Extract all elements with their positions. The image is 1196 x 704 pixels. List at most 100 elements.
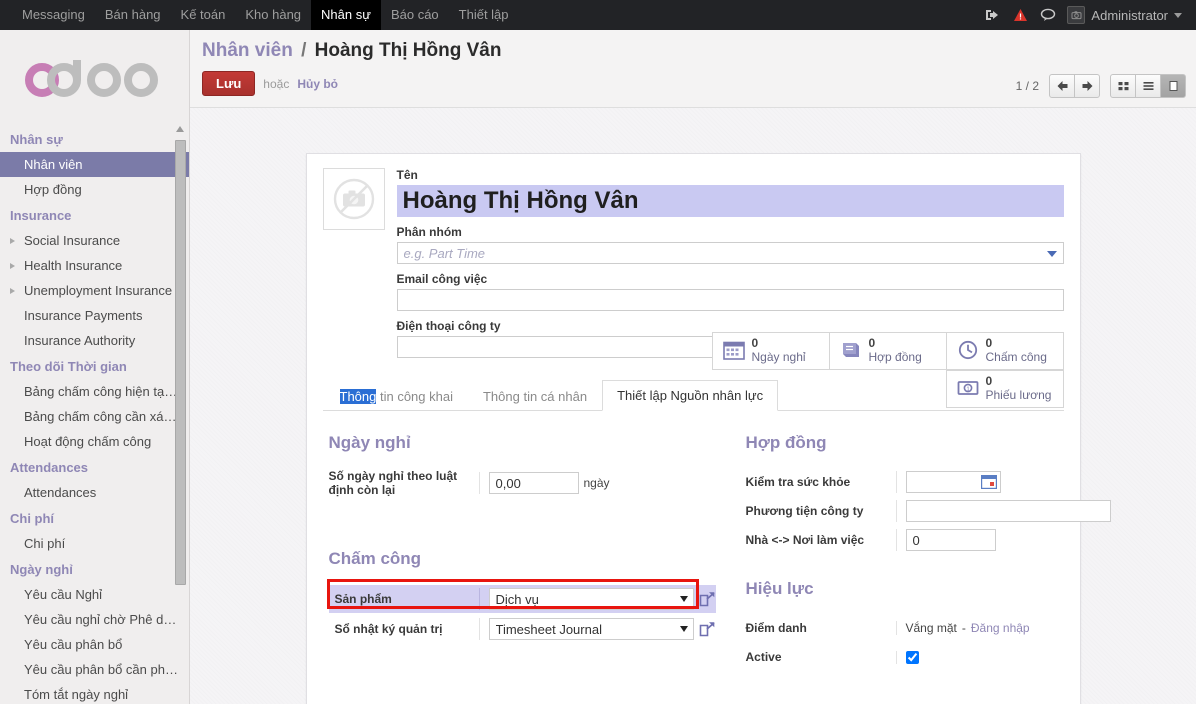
remaining-leaves-input[interactable] (488, 472, 579, 494)
form-view-button[interactable] (1160, 74, 1186, 98)
sidebar-menu: Nhân sự Nhân viên Hợp đồng Insurance Social … (0, 120, 189, 704)
active-checkbox[interactable] (905, 650, 919, 664)
stat-button-row-primary: 0 Ngày nghỉ 0 Hợp đồng 0 Chấm công (707, 332, 1064, 370)
tab-label: Thông tin cá nhân (482, 389, 588, 404)
sidebar-item-nh-n-vi-n[interactable]: Nhân viên (0, 152, 189, 177)
home-work-distance-row: Nhà <-> Nơi làm việc (746, 527, 1111, 553)
stat-button-text: 0 Ngày nghỉ (751, 336, 806, 365)
medical-exam-datepicker[interactable] (905, 471, 1001, 493)
sidebar-section-ngày-nghỉ: Ngày nghỉ (10, 562, 73, 577)
sidebar-item-t-m-t-t-ng-y-ngh[interactable]: Tóm tắt ngày nghỉ (0, 682, 189, 704)
journal-input[interactable] (488, 618, 694, 640)
sidebar-item-label: Yêu cầu nghỉ chờ Phê d… (24, 612, 177, 627)
sidebar-item-b-ng-ch-m-c-ng-hi-n-t[interactable]: Bảng chấm công hiện tạ… (0, 379, 189, 404)
sidebar-item-b-ng-ch-m-c-ng-c-n-x[interactable]: Bảng chấm công cần xá… (0, 404, 189, 429)
sidebar-menu-list: Nhân sự Nhân viên Hợp đồng Insurance Social … (0, 120, 189, 704)
sidebar-item-label: Nhân viên (24, 157, 83, 172)
leaves-group-title: Ngày nghỉ (328, 433, 411, 452)
stat-button-chấm-công[interactable]: 0 Chấm công (945, 332, 1064, 370)
list-view-button[interactable] (1135, 74, 1161, 98)
previous-record-button[interactable] (1049, 74, 1075, 98)
save-button[interactable]: Lưu (202, 71, 256, 96)
sidebar-item-insurance-payments[interactable]: Insurance Payments (0, 303, 189, 328)
top-menu-items: Messaging Bán hàng Kế toán Kho hàng Nhân sự B… (12, 0, 519, 30)
sidebar-item-health-insurance[interactable]: Health Insurance (0, 253, 189, 278)
product-external-link-icon[interactable] (699, 591, 716, 607)
sidebar-item-y-u-c-u-ph-n-b[interactable]: Yêu cầu phân bổ (0, 632, 189, 657)
product-label: Sản phẩm (334, 592, 392, 606)
pager-counter: 1 / 2 (1015, 79, 1039, 93)
expand-caret-icon[interactable] (10, 287, 15, 294)
sidebar-item-chi-ph[interactable]: Chi phí (0, 531, 189, 556)
expand-caret-icon[interactable] (10, 262, 15, 269)
warning-icon[interactable] (1007, 0, 1033, 30)
top-menu-kế-toán[interactable]: Kế toán (171, 0, 236, 30)
company-vehicle-value (895, 500, 1111, 522)
top-menu-nhân-sự[interactable]: Nhân sự (311, 0, 381, 30)
employee-photo-placeholder[interactable] (322, 168, 385, 230)
sidebar-item-label: Health Insurance (24, 258, 123, 273)
sidebar-item-y-u-c-u-ngh-ch-ph-d[interactable]: Yêu cầu nghỉ chờ Phê d… (0, 607, 189, 632)
sidebar-item-label: Unemployment Insurance (24, 283, 173, 298)
top-menu-kho-hàng[interactable]: Kho hàng (235, 0, 311, 30)
chat-icon[interactable] (1035, 0, 1061, 30)
control-panel: Nhân viên / Hoàng Thị Hồng Vân Lưu hoặc … (190, 30, 1196, 108)
journal-row: Sổ nhật ký quản trị (329, 616, 716, 642)
sidebar-item-social-insurance[interactable]: Social Insurance (0, 228, 189, 253)
product-row: Sản phẩm (328, 585, 716, 613)
scrollbar-thumb[interactable] (175, 140, 186, 585)
expand-caret-icon[interactable] (10, 237, 15, 244)
kanban-view-button[interactable] (1110, 74, 1136, 98)
stat-button-hợp-đồng[interactable]: 0 Hợp đồng (828, 332, 947, 370)
remaining-leaves-row: Số ngày nghỉ theo luật định còn lại ngày (329, 469, 716, 497)
stat-button-ngày-nghỉ[interactable]: 0 Ngày nghỉ (711, 332, 830, 370)
sidebar-item-ho-t-ng-ch-m-c-ng[interactable]: Hoạt động chấm công (0, 429, 189, 454)
employee-name-input[interactable] (396, 185, 1064, 217)
product-select[interactable] (488, 588, 694, 610)
sidebar-item-y-u-c-u-ph-n-b-c-n-ph[interactable]: Yêu cầu phân bổ cần ph… (0, 657, 189, 682)
home-work-distance-input[interactable] (905, 529, 996, 551)
top-menu-báo-cáo[interactable]: Báo cáo (381, 0, 449, 30)
work-email-input[interactable] (396, 289, 1064, 311)
product-input[interactable] (488, 588, 694, 610)
sign-in-link[interactable]: Đăng nhập (971, 621, 1030, 635)
top-menu-bán-hàng[interactable]: Bán hàng (95, 0, 171, 30)
sidebar-section-insurance: Insurance (10, 208, 72, 223)
company-vehicle-input[interactable] (905, 500, 1111, 522)
next-record-button[interactable] (1074, 74, 1100, 98)
sidebar-scrollbar[interactable] (175, 126, 186, 704)
right-column: Hợp đồng Kiểm tra sức khỏe Phương tiện c… (746, 433, 1111, 673)
stat-count: 0 (751, 336, 759, 351)
sidebar-item-attendances[interactable]: Attendances (0, 480, 189, 505)
sidebar-item-label: Hợp đồng (24, 182, 82, 197)
stat-button-text: 0 Phiếu lương (986, 374, 1052, 403)
employee-form-sheet: Tên Phân nhóm Email công việc Điện thoại… (305, 153, 1111, 704)
sidebar-item-label: Insurance Payments (24, 308, 143, 323)
form-tab-0[interactable]: Thông tin công khai (325, 381, 468, 411)
top-menu-thiết-lập[interactable]: Thiết lập (449, 0, 519, 30)
top-menu-messaging[interactable]: Messaging (12, 0, 95, 30)
sidebar-item-insurance-authority[interactable]: Insurance Authority (0, 328, 189, 353)
calendar-icon[interactable] (980, 474, 997, 490)
breadcrumb-parent-link[interactable]: Nhân viên (202, 40, 293, 61)
tab-label: tin công khai (376, 389, 453, 404)
sidebar-item-y-u-c-u-ngh[interactable]: Yêu cầu Nghỉ (0, 582, 189, 607)
sidebar-section-chi-phí: Chi phí (10, 511, 55, 526)
stat-button-phiếu-lương[interactable]: 1 0 Phiếu lương (945, 370, 1064, 408)
department-input[interactable] (396, 242, 1064, 264)
department-select-wrap (396, 242, 1064, 264)
discard-button[interactable]: Hủy bỏ (297, 77, 338, 91)
top-menu-bar: Messaging Bán hàng Kế toán Kho hàng Nhân sự B… (0, 0, 1196, 30)
form-tab-1[interactable]: Thông tin cá nhân (468, 381, 602, 411)
stat-button-text: 0 Chấm công (986, 336, 1047, 365)
odoo-logo[interactable] (0, 30, 189, 120)
scroll-up-arrow-icon[interactable] (176, 126, 184, 132)
sign-in-icon[interactable] (979, 0, 1005, 30)
left-column: Ngày nghỉ Số ngày nghỉ theo luật định cò… (326, 433, 716, 673)
sidebar-item-h-p-ng[interactable]: Hợp đồng (0, 177, 189, 202)
journal-select[interactable] (488, 618, 694, 640)
journal-external-link-icon[interactable] (699, 621, 716, 637)
active-group: Hiệu lực Điểm danh Vắng mặt - Đăng nhập … (746, 579, 1111, 670)
sidebar-item-unemployment-insurance[interactable]: Unemployment Insurance (0, 278, 189, 303)
user-menu[interactable]: Administrator (1063, 0, 1188, 30)
